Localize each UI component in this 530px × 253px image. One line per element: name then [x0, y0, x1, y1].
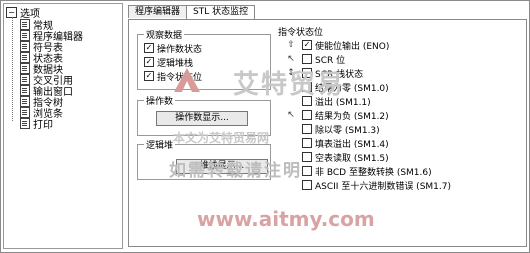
checkbox-box[interactable]: ✓ — [144, 71, 154, 81]
checkbox-box[interactable] — [302, 138, 312, 148]
page-icon — [20, 19, 30, 30]
tab-bar: 程序编辑器 STL 状态监控 — [128, 5, 256, 20]
page-icon — [20, 118, 30, 129]
status-item-eno[interactable]: ⇧ ✓ 使能位输出 (ENO) — [284, 39, 389, 52]
checkbox-box[interactable] — [302, 180, 312, 190]
checkbox-box[interactable] — [302, 166, 312, 176]
options-dialog: − 选项 常规 程序编辑器 符号表 状态表 数据块 交叉引用 输出窗口 指令树 … — [0, 0, 530, 253]
page-icon — [20, 107, 30, 118]
watermark-line-3: 如需转载请注明 — [169, 161, 302, 181]
page-icon — [20, 85, 30, 96]
tree-connector-line — [12, 17, 13, 121]
tree-item-print[interactable]: 打印 — [20, 118, 53, 131]
page-icon — [20, 63, 30, 74]
observe-data-title: 观察数据 — [144, 28, 185, 41]
status-item-sm1-7[interactable]: ASCII 至十六进制数错误 (SM1.7) — [284, 179, 451, 192]
operand-display-button[interactable]: 操作数显示... — [156, 111, 248, 126]
page-icon — [20, 30, 30, 41]
logic-stack-title: 逻辑堆 — [144, 138, 176, 151]
page-icon — [20, 74, 30, 85]
operand-status-checkbox[interactable]: ✓ 操作数状态 — [144, 42, 202, 55]
watermark-brand: 艾特贸易 — [233, 70, 346, 100]
instruction-status-title: 指令状态位 — [276, 25, 326, 38]
checkbox-box[interactable]: ✓ — [144, 43, 154, 53]
page-icon — [20, 96, 30, 107]
page-icon — [20, 41, 30, 52]
status-item-sm1-4[interactable]: 填表溢出 (SM1.4) — [284, 137, 389, 150]
collapse-icon[interactable]: − — [6, 6, 17, 18]
status-icon: ↖ — [287, 110, 295, 120]
status-icon: ⇧ — [287, 40, 295, 50]
instruction-status-group: 指令状态位 ⇧ ✓ 使能位输出 (ENO) ↖ SCR 位 ↕ SCR 栈状态 结果为零… — [275, 25, 521, 196]
options-tree: − 选项 常规 程序编辑器 符号表 状态表 数据块 交叉引用 输出窗口 指令树 … — [3, 3, 123, 249]
checkbox-box[interactable]: ✓ — [144, 57, 154, 67]
checkbox-box[interactable] — [302, 152, 312, 162]
operand-title: 操作数 — [144, 94, 176, 107]
tab-program-editor[interactable]: 程序编辑器 — [128, 5, 188, 18]
tab-stl-status[interactable]: STL 状态监控 — [186, 5, 256, 20]
status-item-sm1-3[interactable]: 除以零 (SM1.3) — [284, 123, 380, 136]
status-item-sm1-2[interactable]: ↖ 结果为负 (SM1.2) — [284, 109, 389, 122]
status-icon: ↖ — [287, 54, 295, 64]
brand-logo-icon — [174, 68, 200, 92]
checkbox-box[interactable] — [302, 54, 312, 64]
checkbox-box[interactable]: ✓ — [302, 40, 312, 50]
status-item-sm1-6[interactable]: 非 BCD 至整数转换 (SM1.6) — [284, 165, 432, 178]
watermark-url: www.aitmy.com — [197, 207, 375, 231]
checkbox-box[interactable] — [302, 124, 312, 134]
page-icon — [20, 52, 30, 63]
watermark-line-2: 本文为艾特贸易网 — [173, 131, 270, 145]
checkbox-box[interactable] — [302, 110, 312, 120]
